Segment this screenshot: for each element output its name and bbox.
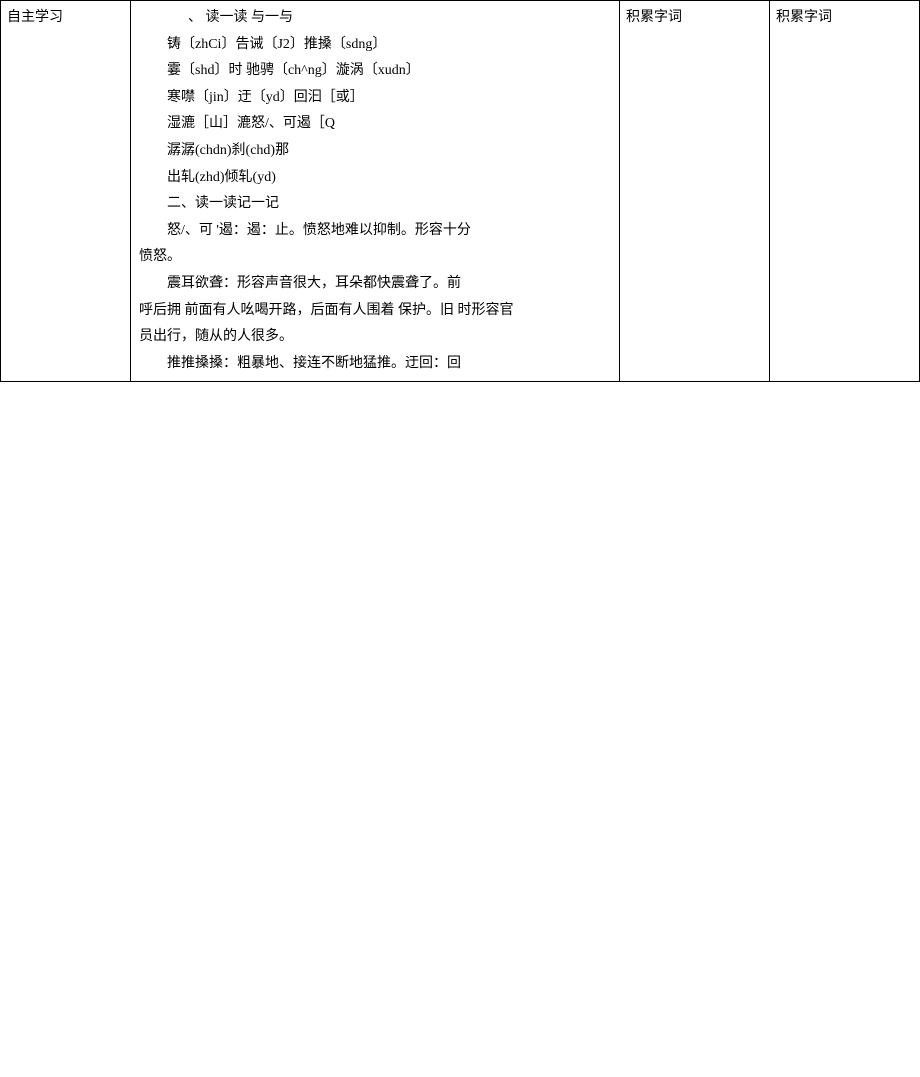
note-label: 积累字词 (626, 10, 682, 25)
content-line: 员出行，随从的人很多。 (139, 324, 611, 351)
content-line: 、 读一读 与一与 (139, 5, 611, 32)
note-cell-1: 积累字词 (620, 1, 770, 382)
content-line: 潺潺(chdn)刹(chd)那 (139, 138, 611, 165)
content-line: 震耳欲聋：形容声音很大，耳朵都快震聋了。前 (139, 271, 611, 298)
content-line: 二、读一读记一记 (139, 191, 611, 218)
content-line: 湿漉［山］漉怒/、可遏［Q (139, 111, 611, 138)
content-block: 、 读一读 与一与 铸〔zhCi〕告诫〔J2〕推搡〔sdng〕 霎〔shd〕时 … (137, 5, 613, 377)
content-line: 推推搡搡：粗暴地、接连不断地猛推。迂回：回 (139, 351, 611, 378)
content-line: 怒/、可 '遏：遏：止。愤怒地难以抑制。形容十分 (139, 218, 611, 245)
content-line: 出轧(zhd)倾轧(yd) (139, 165, 611, 192)
content-line: 寒噤〔jin〕迂〔yd〕回汩［或］ (139, 85, 611, 112)
table-row: 自主学习 、 读一读 与一与 铸〔zhCi〕告诫〔J2〕推搡〔sdng〕 霎〔s… (1, 1, 920, 382)
row-label-cell: 自主学习 (1, 1, 131, 382)
content-line: 霎〔shd〕时 驰骋〔ch^ng〕漩涡〔xudn〕 (139, 58, 611, 85)
note-label: 积累字词 (776, 10, 832, 25)
content-line: 铸〔zhCi〕告诫〔J2〕推搡〔sdng〕 (139, 32, 611, 59)
content-line: 呼后拥 前面有人吆喝开路，后面有人围着 保护。旧 时形容官 (139, 298, 611, 325)
content-cell: 、 读一读 与一与 铸〔zhCi〕告诫〔J2〕推搡〔sdng〕 霎〔shd〕时 … (131, 1, 620, 382)
row-label: 自主学习 (7, 10, 63, 25)
lesson-table: 自主学习 、 读一读 与一与 铸〔zhCi〕告诫〔J2〕推搡〔sdng〕 霎〔s… (0, 0, 920, 382)
content-line: 愤怒。 (139, 244, 611, 271)
note-cell-2: 积累字词 (770, 1, 920, 382)
